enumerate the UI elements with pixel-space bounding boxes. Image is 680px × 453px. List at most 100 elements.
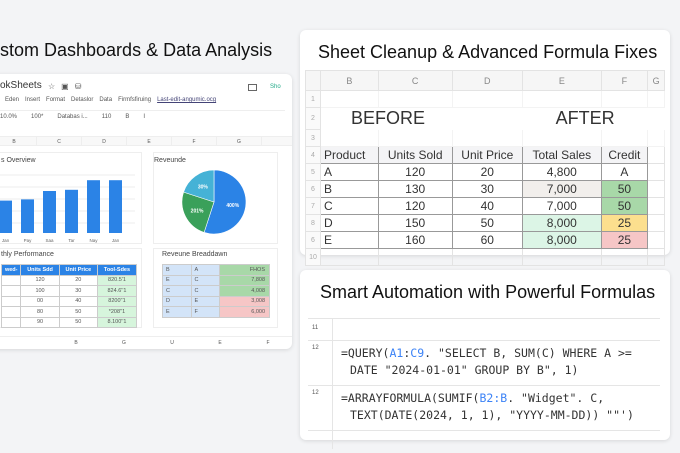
- cell[interactable]: D: [320, 214, 379, 232]
- column-header[interactable]: G: [647, 70, 665, 91]
- cell[interactable]: 8.100''1: [96, 316, 138, 328]
- cell[interactable]: [320, 248, 379, 266]
- folder-icon[interactable]: ▣: [61, 82, 69, 91]
- column-header[interactable]: E: [127, 137, 172, 145]
- cell[interactable]: 50: [451, 214, 524, 232]
- cell[interactable]: [648, 108, 665, 130]
- cell[interactable]: B: [162, 264, 192, 276]
- cell[interactable]: [600, 129, 649, 147]
- column-header[interactable]: E: [522, 70, 602, 91]
- column-header[interactable]: G: [100, 337, 148, 348]
- cell[interactable]: FHOS: [219, 264, 270, 276]
- cell[interactable]: [451, 90, 524, 108]
- cell[interactable]: 8,000: [522, 231, 602, 249]
- cell[interactable]: 00: [20, 295, 60, 307]
- cell[interactable]: [0, 306, 22, 318]
- cell[interactable]: 40: [451, 197, 524, 215]
- cell[interactable]: 80: [20, 306, 60, 318]
- cloud-icon[interactable]: ⛁: [75, 82, 82, 91]
- cell[interactable]: B: [320, 180, 379, 198]
- query-formula-row[interactable]: 12 =QUERY(A1:C9. "SELECT B, SUM(C) WHERE…: [308, 341, 660, 386]
- star-icon[interactable]: ☆: [48, 82, 55, 91]
- cell[interactable]: 50: [600, 197, 649, 215]
- cell[interactable]: *208''1: [96, 306, 138, 318]
- cell[interactable]: A: [320, 163, 379, 181]
- menu-item[interactable]: Last-edit-angumic.ocg: [157, 97, 216, 103]
- cell[interactable]: [647, 197, 665, 215]
- arrayformula-row[interactable]: 12 =ARRAYFORMULA(SUMIF(B2:B. "Widget". C…: [308, 386, 660, 431]
- column-header[interactable]: B: [320, 70, 379, 91]
- cell[interactable]: 60: [451, 231, 524, 249]
- cell[interactable]: [522, 129, 602, 147]
- cell[interactable]: [647, 180, 665, 198]
- cell[interactable]: 824.6''1: [96, 285, 138, 297]
- cell[interactable]: 120: [377, 163, 453, 181]
- cell[interactable]: 40: [58, 295, 98, 307]
- cell[interactable]: [647, 248, 665, 266]
- cell[interactable]: 3,008: [219, 295, 270, 307]
- cell[interactable]: F: [190, 306, 220, 318]
- menu-item[interactable]: Detaslor: [71, 97, 93, 103]
- header-cell[interactable]: Unit Price: [451, 146, 524, 164]
- column-header[interactable]: D: [82, 137, 127, 145]
- cell[interactable]: 8200''1: [96, 295, 138, 307]
- cell[interactable]: 90: [20, 316, 60, 328]
- cell[interactable]: [377, 90, 453, 108]
- comment-icon[interactable]: [248, 84, 257, 91]
- cell[interactable]: 6,000: [219, 306, 270, 318]
- share-button[interactable]: Sho: [270, 84, 281, 90]
- cell[interactable]: 20: [58, 274, 98, 286]
- cell[interactable]: C: [320, 197, 379, 215]
- cell[interactable]: [647, 214, 665, 232]
- cell[interactable]: [600, 90, 649, 108]
- column-header[interactable]: G: [217, 137, 262, 145]
- cell[interactable]: [522, 248, 602, 266]
- header-cell[interactable]: Total Sales: [522, 146, 602, 164]
- column-header[interactable]: F: [244, 337, 292, 348]
- column-header[interactable]: E: [196, 337, 244, 348]
- toolbar-item[interactable]: 10.0%: [0, 114, 17, 120]
- column-header[interactable]: D: [451, 70, 524, 91]
- cell[interactable]: 30: [58, 285, 98, 297]
- cell[interactable]: D: [162, 295, 192, 307]
- cell[interactable]: 160: [377, 231, 453, 249]
- cell[interactable]: [647, 129, 665, 147]
- cell[interactable]: 4,008: [219, 285, 270, 297]
- cell[interactable]: [0, 274, 22, 286]
- cell[interactable]: 8,000: [522, 214, 602, 232]
- cell[interactable]: [600, 248, 649, 266]
- cell[interactable]: [320, 90, 379, 108]
- column-header[interactable]: F: [172, 137, 217, 145]
- cell[interactable]: 25: [600, 231, 649, 249]
- menu-item[interactable]: Format: [46, 97, 65, 103]
- cell[interactable]: E: [190, 295, 220, 307]
- cell[interactable]: [647, 163, 665, 181]
- menu-item[interactable]: Firmfsfiruing: [118, 97, 151, 103]
- cell[interactable]: A: [600, 163, 649, 181]
- cell[interactable]: [647, 231, 665, 249]
- menu-item[interactable]: Eden: [5, 97, 19, 103]
- cell[interactable]: 7,000: [522, 180, 602, 198]
- cell[interactable]: 100: [20, 285, 60, 297]
- toolbar-item[interactable]: B: [125, 114, 129, 120]
- toolbar-item[interactable]: Databas i...: [57, 114, 87, 120]
- toolbar-item[interactable]: 100*: [31, 114, 43, 120]
- menu-item[interactable]: Insert: [25, 97, 40, 103]
- cell[interactable]: E: [162, 306, 192, 318]
- cell[interactable]: 120: [377, 197, 453, 215]
- toolbar-item[interactable]: I: [143, 114, 145, 120]
- cell[interactable]: [647, 90, 665, 108]
- cell[interactable]: C: [190, 285, 220, 297]
- cell[interactable]: [320, 129, 379, 147]
- menu-item[interactable]: Data: [99, 97, 112, 103]
- cell[interactable]: [0, 285, 22, 297]
- cell[interactable]: [0, 316, 22, 328]
- column-header[interactable]: B: [0, 137, 37, 145]
- column-header[interactable]: B: [52, 337, 100, 348]
- cell[interactable]: C: [162, 285, 192, 297]
- cell[interactable]: 50: [600, 180, 649, 198]
- cell[interactable]: 130: [377, 180, 453, 198]
- column-header[interactable]: C: [377, 70, 453, 91]
- column-header[interactable]: C: [37, 137, 82, 145]
- cell[interactable]: C: [190, 274, 220, 286]
